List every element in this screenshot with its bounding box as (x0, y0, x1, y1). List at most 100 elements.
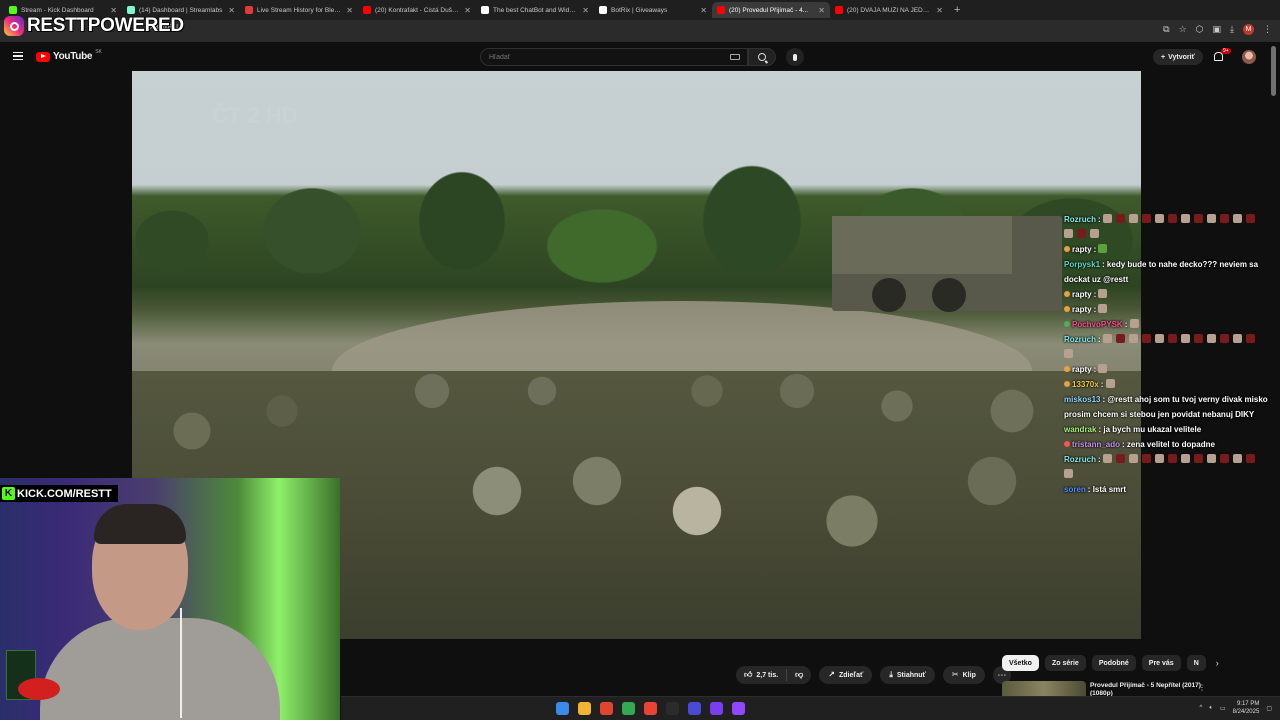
share-button[interactable]: ↗ Zdieľať (819, 666, 873, 684)
extension-icon[interactable]: ⬡ (1196, 24, 1204, 35)
tab-title: BotRix | Giveaways (611, 6, 668, 14)
taskbar-app-icon[interactable] (732, 702, 745, 715)
youtube-play-icon (36, 51, 50, 62)
clock[interactable]: 9:17 PM 8/24/2025 (1233, 700, 1260, 716)
chips-next-arrow-icon[interactable]: › (1216, 658, 1219, 668)
browser-tab[interactable]: (20) DVAJA MUŽI NA JEDNOM...✕ (830, 2, 948, 18)
sidebar-icon[interactable]: ▣ (1213, 24, 1222, 35)
cast-icon[interactable]: ⧉ (1163, 24, 1169, 35)
chat-emote-icon (1232, 454, 1242, 463)
filter-chip[interactable]: Pre vás (1141, 655, 1181, 671)
taskbar-app-icon[interactable] (666, 702, 679, 715)
tab-title: Live Stream History for Blerp Streamer (257, 6, 342, 14)
plus-icon: + (1161, 53, 1166, 61)
chat-emote-icon (1128, 454, 1138, 463)
chat-text: Istá smrt (1092, 485, 1127, 494)
search-button[interactable] (748, 48, 776, 66)
create-button[interactable]: + Vytvoriť (1153, 49, 1203, 65)
close-tab-icon[interactable]: ✕ (228, 6, 235, 15)
chat-message: tristann_ado: zena velitel to dopadne (1064, 437, 1270, 452)
chat-emote-icon (1206, 334, 1216, 343)
browser-tab[interactable]: Live Stream History for Blerp Streamer ✕ (240, 2, 358, 18)
tab-favicon-icon (127, 6, 135, 14)
taskbar-app-icon[interactable] (710, 702, 723, 715)
chat-badge-icon (1064, 381, 1070, 387)
like-count: 2,7 tis. (756, 671, 779, 679)
red-mascot-figure (18, 678, 60, 700)
close-tab-icon[interactable]: ✕ (346, 6, 353, 15)
tab-favicon-icon (363, 6, 371, 14)
filter-chip[interactable]: Zo série (1044, 655, 1086, 671)
browser-tab[interactable]: BotRix | Giveaways ✕ (594, 2, 712, 18)
tray-chevron-icon[interactable]: ^ (1200, 705, 1203, 711)
video-actions: 👍︎ 2,7 tis. 👎︎ ↗ Zdieľať ⤓ Stiahnuť ✂ Klip ⋯ (736, 666, 1011, 684)
volume-icon[interactable]: 🔈︎ (1209, 705, 1213, 712)
windows-taskbar: ^ 🔈︎ ▭ 9:17 PM 8/24/2025 ▢ (341, 696, 1280, 720)
taskbar-app-icon[interactable] (600, 702, 613, 715)
chat-username: rapty (1072, 365, 1092, 374)
country-code: SK (95, 48, 102, 55)
address-bar[interactable]: X3OxPLI ⧉ ☆ ⬡ ▣ ⤓ M ⋮ (0, 20, 1280, 42)
dislike-button[interactable]: 👎︎ (787, 671, 811, 679)
bookmark-star-icon[interactable]: ☆ (1179, 24, 1187, 35)
chat-message: Rozruch: (1064, 452, 1270, 482)
instagram-icon (4, 16, 24, 36)
taskbar-app-icon[interactable] (622, 702, 635, 715)
taskbar-app-icon[interactable] (578, 702, 591, 715)
streamer-webcam (0, 478, 340, 720)
chat-emote-icon (1154, 334, 1164, 343)
account-avatar[interactable] (1242, 50, 1256, 64)
filter-chip[interactable]: N (1186, 655, 1206, 671)
browser-menu-icon[interactable]: ⋮ (1263, 24, 1272, 35)
chat-emote-icon (1141, 214, 1151, 223)
keyboard-icon[interactable] (730, 54, 740, 60)
close-tab-icon[interactable]: ✕ (818, 6, 825, 15)
tab-title: (14) Dashboard | Streamlabs (139, 6, 223, 14)
hamburger-menu-icon[interactable] (13, 52, 23, 60)
thumbs-up-icon: 👍︎ (744, 670, 753, 679)
chat-message: soren: Istá smrt (1064, 482, 1270, 497)
filter-chip[interactable]: Podobné (1091, 655, 1136, 671)
chat-emote-icon (1193, 214, 1203, 223)
chat-badge-icon (1064, 441, 1070, 447)
tab-title: (20) Kontrafakt - Čistá Duša pre... (375, 6, 460, 14)
chat-emote-icon (1219, 454, 1229, 463)
earphone-cable (180, 608, 182, 718)
browser-tab[interactable]: (20) Kontrafakt - Čistá Duša pre... ✕ (358, 2, 476, 18)
chat-username: rapty (1072, 290, 1092, 299)
chat-emote-icon (1105, 379, 1115, 388)
tab-title: (20) DVAJA MUŽI NA JEDNOM... (847, 6, 933, 14)
filter-chip[interactable]: Všetko (1002, 655, 1039, 671)
taskbar-app-icon[interactable] (644, 702, 657, 715)
taskbar-app-icon[interactable] (556, 702, 569, 715)
downloads-icon[interactable]: ⤓ (1230, 24, 1234, 35)
taskbar-app-icon[interactable] (688, 702, 701, 715)
tab-favicon-icon (599, 6, 607, 14)
new-tab-button[interactable]: + (954, 4, 960, 16)
like-button[interactable]: 👍︎ 2,7 tis. (736, 669, 788, 681)
chat-message: rapty: (1064, 287, 1270, 302)
chat-message: rapty: (1064, 362, 1270, 377)
chat-emote-icon (1141, 454, 1151, 463)
notification-center-icon[interactable]: ▢ (1266, 705, 1272, 712)
youtube-logo[interactable]: YouTube SK (36, 48, 102, 62)
download-button[interactable]: ⤓ Stiahnuť (880, 666, 935, 684)
close-tab-icon[interactable]: ✕ (582, 6, 589, 15)
browser-tab[interactable]: (20) Provedul Přijímač - 4... ✕ (712, 2, 830, 18)
close-tab-icon[interactable]: ✕ (110, 6, 117, 15)
profile-avatar[interactable]: M (1243, 24, 1254, 35)
browser-tab[interactable]: The best ChatBot and Widgets for... ✕ (476, 2, 594, 18)
close-tab-icon[interactable]: ✕ (464, 6, 471, 15)
recommended-more-icon[interactable]: ⋮ (1198, 683, 1206, 692)
close-tab-icon[interactable]: ✕ (936, 6, 943, 15)
chat-emote-icon (1219, 334, 1229, 343)
page-scrollbar[interactable] (1271, 46, 1276, 96)
chat-text: ja bych mu ukazal velitele (1103, 425, 1202, 434)
chat-emote-icon (1245, 334, 1255, 343)
voice-search-button[interactable] (786, 48, 804, 66)
clip-button[interactable]: ✂ Klip (942, 666, 985, 684)
search-input[interactable] (480, 48, 748, 66)
chat-separator: : (1124, 320, 1130, 329)
close-tab-icon[interactable]: ✕ (700, 6, 707, 15)
network-icon[interactable]: ▭ (1220, 705, 1226, 712)
